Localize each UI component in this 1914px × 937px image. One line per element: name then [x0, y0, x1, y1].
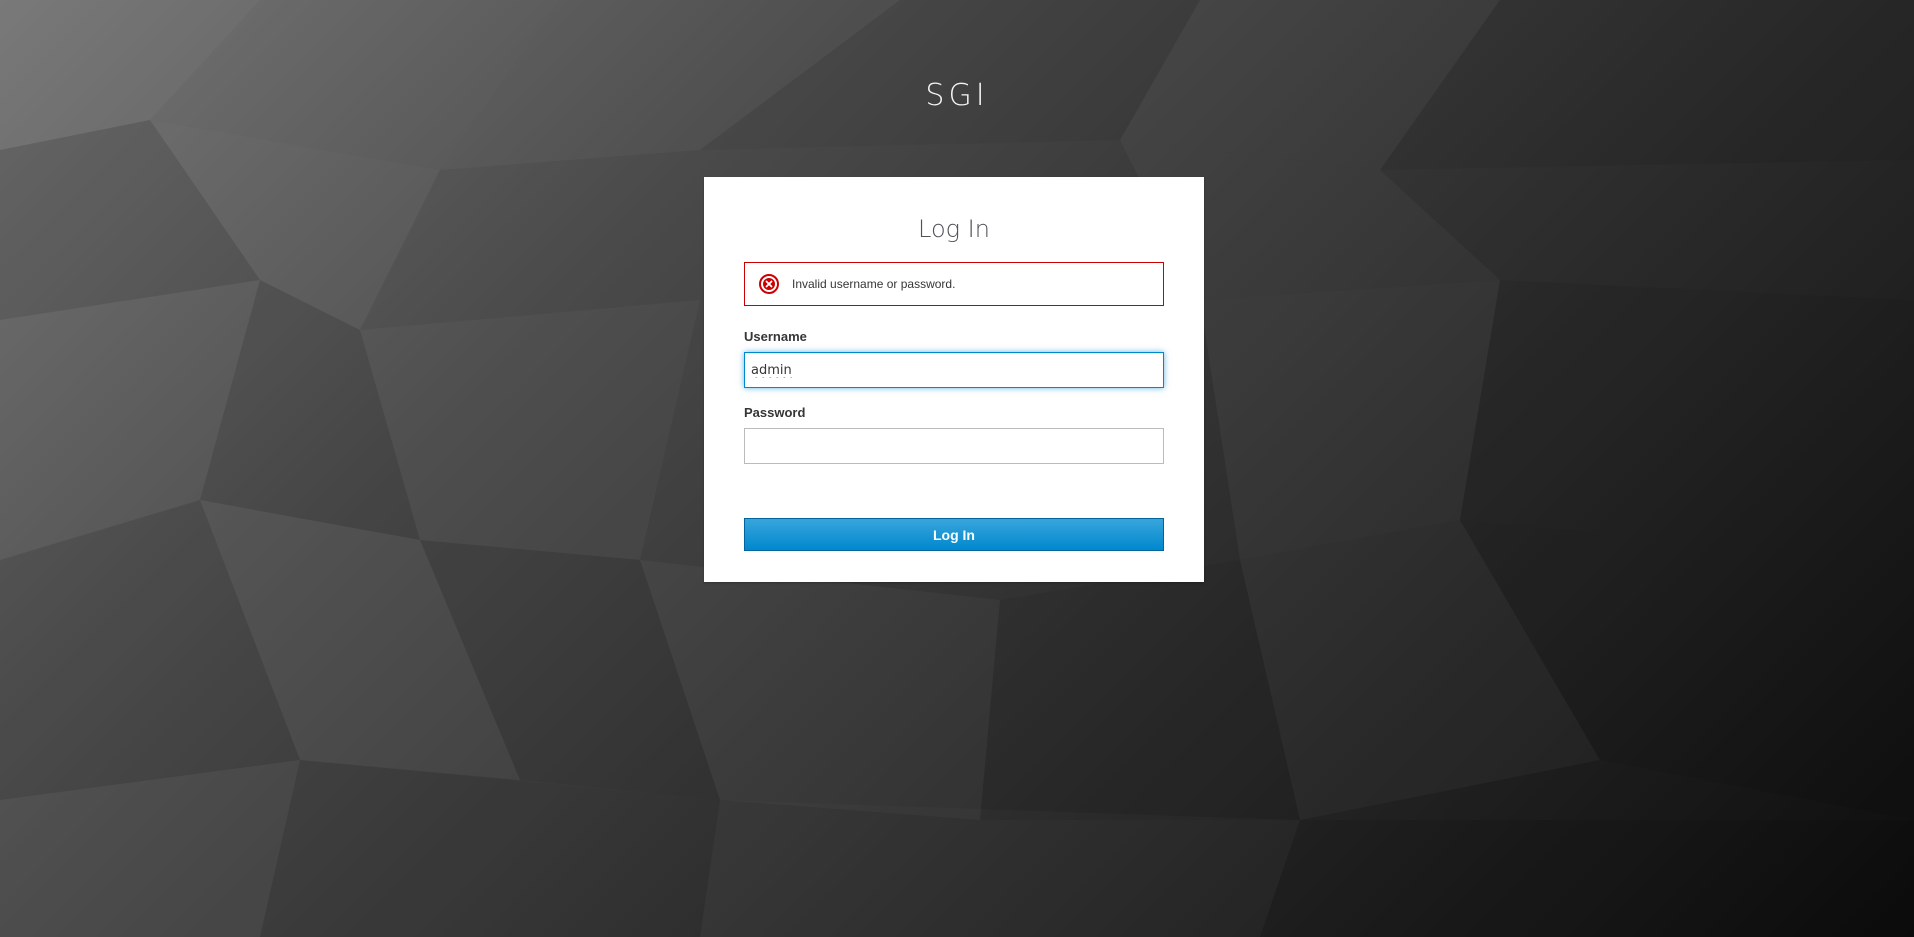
- username-input[interactable]: [744, 352, 1164, 388]
- login-card: Log In Invalid username or password. Use…: [704, 177, 1204, 582]
- error-circle-icon: [758, 273, 780, 295]
- error-message: Invalid username or password.: [792, 277, 956, 291]
- password-input[interactable]: [744, 428, 1164, 464]
- page-title: Log In: [918, 215, 990, 243]
- username-label: Username: [744, 329, 807, 344]
- password-label: Password: [744, 405, 806, 420]
- login-button[interactable]: Log In: [744, 518, 1164, 551]
- realm-title: SGI: [925, 78, 989, 113]
- error-alert: Invalid username or password.: [744, 262, 1164, 306]
